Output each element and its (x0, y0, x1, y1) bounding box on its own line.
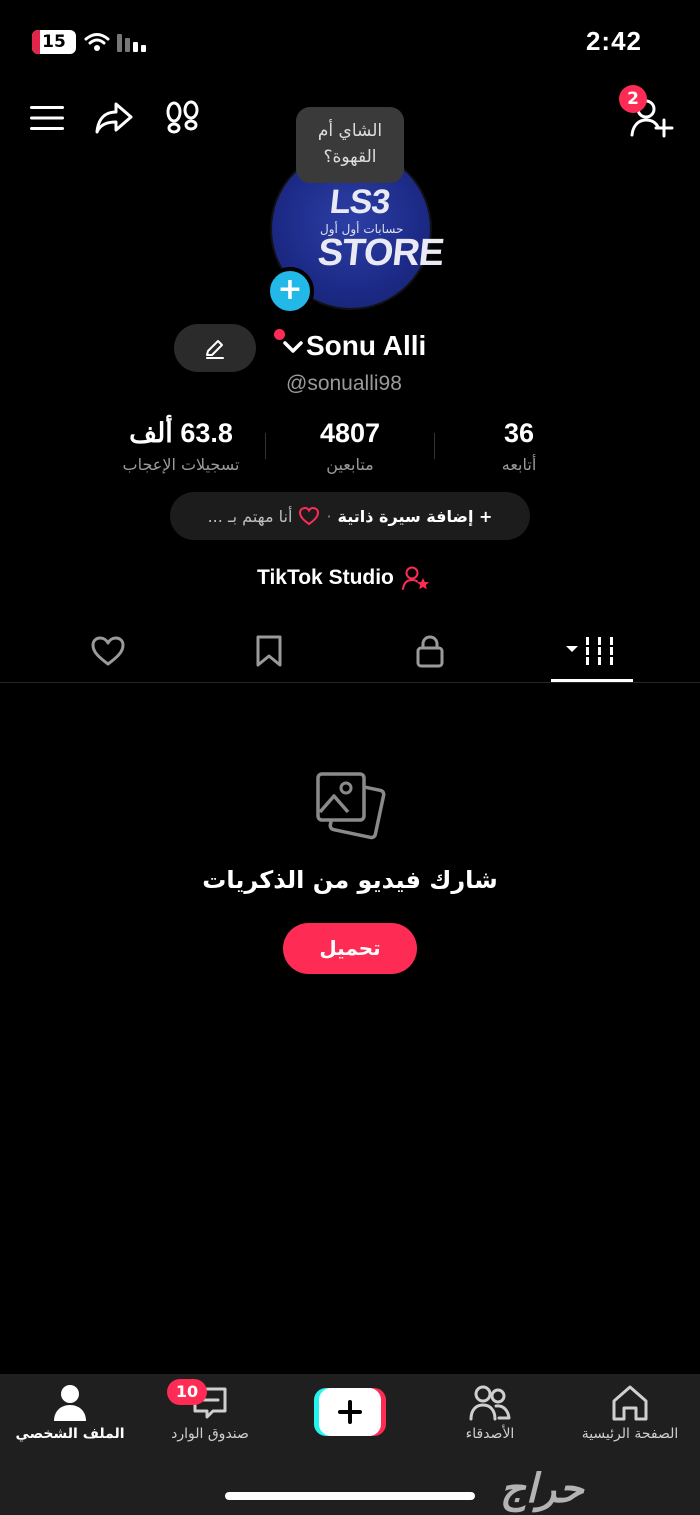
upload-button[interactable]: تحميل (283, 923, 417, 974)
lock-icon (416, 635, 444, 668)
followers-label: متابعين (326, 455, 374, 474)
battery-indicator: 15 (32, 30, 76, 54)
videos-grid-icon (566, 637, 613, 665)
nav-profile-label: الملف الشخصي (15, 1426, 125, 1442)
avatar-logo-text: LS3 (328, 183, 392, 221)
following-count: 36 (503, 418, 535, 448)
create-button[interactable] (314, 1388, 386, 1436)
friend-requests-badge: 2 (619, 85, 647, 113)
edit-profile-button[interactable] (174, 324, 256, 372)
heart-icon (299, 506, 320, 526)
tab-saved[interactable] (229, 628, 309, 674)
tab-videos[interactable] (552, 628, 632, 674)
likes-label: تسجيلات الإعجاب (122, 455, 240, 474)
studio-label: TikTok Studio (257, 566, 394, 589)
home-indicator (225, 1492, 475, 1500)
cellular-signal-icon (117, 34, 146, 52)
likes-count: 63.8 ألف (129, 418, 233, 448)
status-bubble[interactable]: الشاي أم القهوة؟ (296, 107, 404, 183)
wifi-icon (84, 33, 110, 51)
empty-state-title: شارك فيديو من الذكريات (202, 866, 498, 894)
inbox-badge: 10 (167, 1379, 207, 1405)
add-bio-button[interactable]: + إضافة سيرة ذاتية · أنا مهتم بـ ... (170, 492, 530, 540)
pencil-icon (206, 340, 224, 359)
clock: 2:42 (585, 26, 642, 56)
interest-label: أنا مهتم بـ ... (207, 506, 293, 526)
followers-count: 4807 (319, 418, 381, 448)
nav-friends-label: الأصدقاء (465, 1426, 515, 1442)
menu-icon[interactable] (30, 104, 64, 132)
heart-outline-icon (91, 636, 125, 666)
chevron-down-icon[interactable] (282, 339, 304, 355)
footprints-icon[interactable] (164, 100, 202, 136)
profile-icon (54, 1385, 86, 1421)
display-name[interactable]: Sonu Alli (306, 330, 426, 362)
likes-stat[interactable]: 63.8 ألف تسجيلات الإعجاب (91, 418, 271, 474)
creator-star-icon (401, 566, 429, 590)
nav-profile[interactable]: الملف الشخصي (5, 1384, 135, 1442)
tab-private[interactable] (390, 628, 470, 674)
photo-memories-icon (316, 772, 386, 840)
friends-icon (469, 1385, 511, 1421)
add-story-button[interactable]: + (266, 267, 314, 315)
tiktok-studio-link[interactable]: TikTok Studio (257, 565, 430, 591)
nav-inbox[interactable]: صندوق الوارد (145, 1384, 275, 1442)
nav-friends[interactable]: الأصدقاء (425, 1384, 555, 1442)
nav-home-label: الصفحة الرئيسية (581, 1426, 679, 1442)
username: @sonualli98 (286, 372, 402, 395)
tab-liked[interactable] (68, 628, 148, 674)
avatar-logo-store: STORE (315, 232, 446, 274)
haraj-watermark: حراج (500, 1466, 584, 1512)
following-label: أتابعه (501, 455, 537, 474)
nav-inbox-label: صندوق الوارد (171, 1426, 249, 1442)
nav-home[interactable]: الصفحة الرئيسية (565, 1384, 695, 1442)
add-bio-label: + إضافة سيرة ذاتية (337, 506, 493, 526)
followers-stat[interactable]: 4807 متابعين (260, 418, 440, 474)
bio-separator: · (326, 506, 332, 526)
share-icon[interactable] (94, 100, 134, 136)
following-stat[interactable]: 36 أتابعه (429, 418, 609, 474)
bookmark-icon (256, 635, 282, 667)
tabs-divider (0, 682, 700, 683)
home-icon (612, 1385, 648, 1421)
